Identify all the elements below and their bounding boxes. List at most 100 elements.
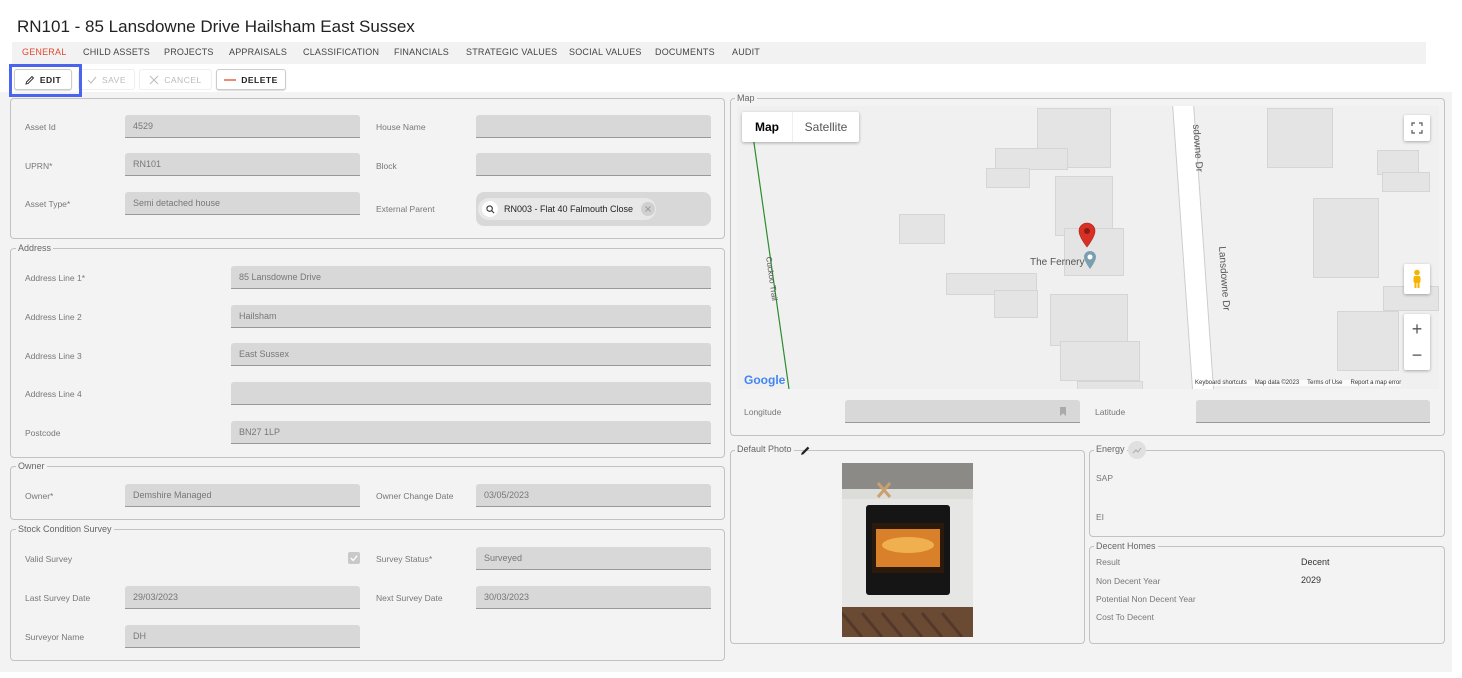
uprn-field[interactable]: RN101 xyxy=(125,153,360,176)
fullscreen-icon[interactable] xyxy=(1404,115,1430,141)
postcode-label: Postcode xyxy=(25,428,61,438)
owner-select[interactable]: Demshire Managed xyxy=(125,484,360,507)
poi-marker-icon xyxy=(1084,251,1096,269)
decent-homes-legend: Decent Homes xyxy=(1094,541,1158,551)
address-line1-label: Address Line 1* xyxy=(25,273,86,283)
minus-icon xyxy=(224,78,237,81)
owner-change-date-label: Owner Change Date xyxy=(376,491,454,501)
asset-type-label: Asset Type* xyxy=(25,199,71,209)
valid-survey-label: Valid Survey xyxy=(25,554,73,564)
block-field[interactable] xyxy=(476,153,711,176)
default-photo-legend: Default Photo xyxy=(735,444,794,454)
map-marker-icon[interactable] xyxy=(1078,222,1096,248)
address-line3-label: Address Line 3 xyxy=(25,351,82,361)
tab-projects[interactable]: PROJECTS xyxy=(164,47,214,57)
map-street-label: Lansdowne Dr xyxy=(1216,246,1232,312)
cost-to-decent-label: Cost To Decent xyxy=(1096,612,1154,622)
street-view-pegman-icon[interactable] xyxy=(1404,264,1430,294)
map-legend: Map xyxy=(735,93,757,103)
cancel-button[interactable]: CANCEL xyxy=(139,69,212,90)
map-street-label-top: sdowne Dr xyxy=(1190,124,1205,173)
survey-status-select[interactable]: Surveyed xyxy=(476,547,711,570)
address-line3-field[interactable]: East Sussex xyxy=(231,343,711,366)
zoom-in-icon[interactable]: + xyxy=(1412,316,1423,342)
surveyor-name-field[interactable]: DH xyxy=(125,625,360,648)
map-attribution: Keyboard shortcuts Map data ©2023 Terms … xyxy=(1195,380,1402,386)
bookmark-icon[interactable] xyxy=(1058,406,1068,417)
delete-button-label: DELETE xyxy=(241,74,278,85)
external-parent-chip-label: RN003 - Flat 40 Falmouth Close xyxy=(504,204,634,214)
map-type-satellite-button[interactable]: Satellite xyxy=(792,112,859,142)
external-parent-label: External Parent xyxy=(376,204,435,214)
search-icon xyxy=(482,201,498,217)
asset-id-label: Asset Id xyxy=(25,122,56,132)
tab-appraisals[interactable]: APPRAISALS xyxy=(229,47,287,57)
owner-change-date-field[interactable]: 03/05/2023 xyxy=(476,484,711,507)
zoom-control: + − xyxy=(1404,314,1430,370)
longitude-field[interactable] xyxy=(845,400,1080,423)
address-line2-label: Address Line 2 xyxy=(25,312,82,322)
energy-trend-icon[interactable] xyxy=(1128,441,1146,459)
map-view[interactable]: The Fernery sdowne Dr Lansdowne Dr Cucko… xyxy=(737,106,1439,389)
keyboard-shortcuts-link[interactable]: Keyboard shortcuts xyxy=(1195,380,1247,386)
asset-id-field[interactable]: 4529 xyxy=(125,115,360,138)
save-button[interactable]: SAVE xyxy=(78,69,135,90)
map-data-text: Map data ©2023 xyxy=(1254,380,1300,386)
cuckoo-trail-path xyxy=(752,135,790,389)
owner-label: Owner* xyxy=(25,491,54,501)
address-line4-label: Address Line 4 xyxy=(25,389,82,399)
tab-financials[interactable]: FINANCIALS xyxy=(394,47,449,57)
tab-documents[interactable]: DOCUMENTS xyxy=(655,47,715,57)
map-type-map-button[interactable]: Map xyxy=(742,120,792,134)
terms-link[interactable]: Terms of Use xyxy=(1307,380,1342,386)
address-line2-field[interactable]: Hailsham xyxy=(231,305,711,328)
map-type-control: Map Satellite xyxy=(742,112,859,142)
tab-classification[interactable]: CLASSIFICATION xyxy=(303,47,379,57)
tab-general[interactable]: GENERAL xyxy=(22,47,66,57)
energy-section xyxy=(1089,450,1445,537)
result-label: Result xyxy=(1096,557,1121,567)
report-error-link[interactable]: Report a map error xyxy=(1351,380,1402,386)
sap-label: SAP xyxy=(1096,473,1114,483)
block-label: Block xyxy=(376,161,397,171)
house-name-label: House Name xyxy=(376,122,426,132)
default-photo-image[interactable] xyxy=(842,463,973,637)
survey-status-label: Survey Status* xyxy=(376,554,433,564)
result-value: Decent xyxy=(1301,557,1330,567)
last-survey-date-field[interactable]: 29/03/2023 xyxy=(125,586,360,609)
postcode-field[interactable]: BN27 1LP xyxy=(231,421,711,444)
tab-child-assets[interactable]: CHILD ASSETS xyxy=(83,47,150,57)
ei-label: EI xyxy=(1096,512,1105,522)
non-decent-year-label: Non Decent Year xyxy=(1096,576,1161,586)
delete-button[interactable]: DELETE xyxy=(216,69,286,90)
asset-type-select[interactable]: Semi detached house xyxy=(125,192,360,215)
tab-audit[interactable]: AUDIT xyxy=(732,47,760,57)
longitude-label: Longitude xyxy=(744,407,782,417)
edit-button-highlight xyxy=(9,64,82,97)
energy-legend: Energy xyxy=(1094,444,1127,454)
tab-strategic-values[interactable]: STRATEGIC VALUES xyxy=(466,47,557,57)
survey-legend: Stock Condition Survey xyxy=(16,524,114,534)
next-survey-date-field[interactable]: 30/03/2023 xyxy=(476,586,711,609)
tab-social-values[interactable]: SOCIAL VALUES xyxy=(569,47,642,57)
check-icon xyxy=(350,555,358,562)
non-decent-year-value: 2029 xyxy=(1301,575,1322,585)
edit-photo-pencil-icon[interactable] xyxy=(800,445,811,456)
address-legend: Address xyxy=(16,243,54,253)
last-survey-date-label: Last Survey Date xyxy=(25,593,91,603)
valid-survey-checkbox[interactable] xyxy=(348,552,360,564)
page-title: RN101 - 85 Lansdowne Drive Hailsham East… xyxy=(17,17,415,36)
external-parent-chip[interactable]: RN003 - Flat 40 Falmouth Close xyxy=(478,198,656,220)
latitude-field[interactable] xyxy=(1196,400,1430,423)
uprn-label: UPRN* xyxy=(25,161,53,171)
latitude-label: Latitude xyxy=(1095,407,1126,417)
google-logo: Google xyxy=(744,373,786,387)
remove-chip-icon[interactable] xyxy=(641,202,656,216)
address-line4-field[interactable] xyxy=(231,382,711,405)
house-name-field[interactable] xyxy=(476,115,711,138)
zoom-out-icon[interactable]: − xyxy=(1412,342,1423,368)
tab-bar xyxy=(12,42,1426,64)
surveyor-name-label: Surveyor Name xyxy=(25,632,85,642)
address-line1-field[interactable]: 85 Lansdowne Drive xyxy=(231,266,711,289)
next-survey-date-label: Next Survey Date xyxy=(376,593,443,603)
